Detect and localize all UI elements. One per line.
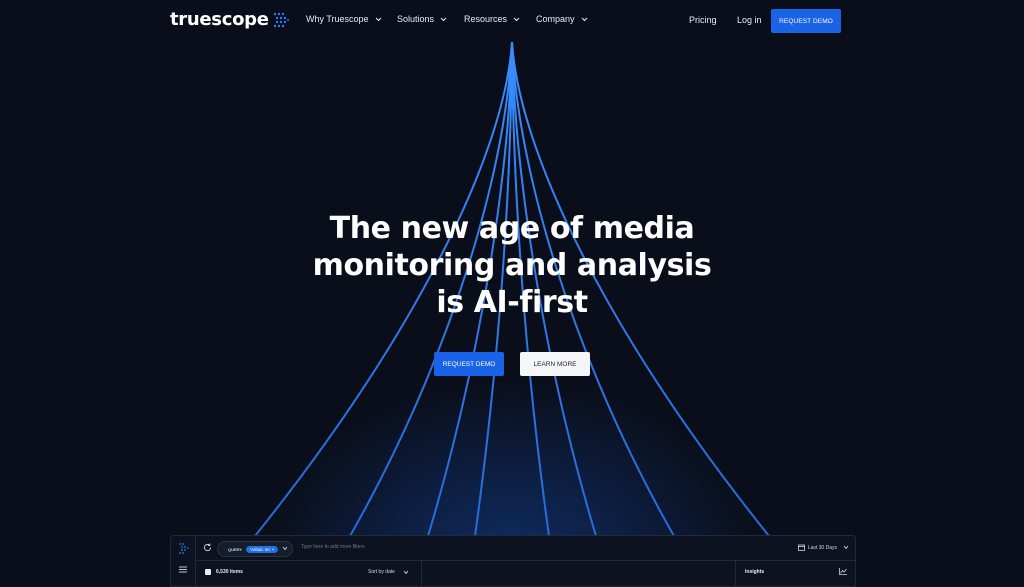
nav-item-why-truescope[interactable]: Why Truescope — [306, 14, 397, 24]
hero-title: The new age of media monitoring and anal… — [262, 210, 762, 321]
sort-dropdown[interactable]: Sort by date — [368, 569, 409, 575]
nav-item-label: Company — [536, 14, 575, 24]
nav-item-label: Solutions — [397, 14, 435, 24]
chevron-down-icon — [581, 17, 587, 21]
insights-panel-title: Insights — [745, 569, 765, 575]
date-range-label: Last 30 Days — [807, 544, 837, 551]
column-divider — [735, 560, 736, 586]
chevron-down-icon — [513, 17, 520, 21]
hero-title-line: monitoring and analysis — [312, 248, 712, 283]
nav-menu: Why Truescope Solutions Resources Compan… — [306, 14, 588, 24]
chevron-down-icon — [375, 17, 381, 21]
hero-request-demo-button[interactable]: REQUEST DEMO — [434, 352, 504, 376]
top-nav: truescope Why Truescope Solutions Resour… — [0, 0, 1024, 42]
app-preview: QUERY Voltaic Inc × Type here to add mor… — [170, 535, 856, 587]
app-toolbar: QUERY Voltaic Inc × Type here to add mor… — [195, 536, 855, 561]
line-chart-icon[interactable] — [839, 568, 847, 575]
refresh-icon[interactable] — [203, 543, 212, 552]
calendar-icon — [797, 544, 805, 551]
app-sidebar — [171, 536, 196, 586]
hero-title-line: is AI-first — [436, 285, 588, 320]
login-link[interactable]: Log in — [737, 15, 762, 25]
select-all-checkbox[interactable] — [205, 569, 211, 575]
chevron-down-icon — [843, 545, 849, 550]
nav-item-solutions[interactable]: Solutions — [397, 14, 464, 24]
query-tag[interactable]: Voltaic Inc × — [246, 545, 279, 553]
nav-item-label: Why Truescope — [306, 14, 369, 24]
chevron-down-icon — [282, 546, 288, 551]
nav-item-label: Resources — [464, 14, 508, 24]
chevron-down-icon — [403, 570, 409, 574]
learn-more-button[interactable]: LEARN MORE — [520, 352, 590, 376]
logo-wordmark: truescope — [170, 9, 269, 30]
date-range-selector[interactable]: Last 30 Days — [797, 544, 849, 551]
column-divider — [421, 560, 422, 586]
results-header: 6,530 items Sort by date Insights — [195, 560, 855, 586]
app-logo-icon[interactable] — [177, 542, 189, 554]
query-selector[interactable]: QUERY Voltaic Inc × — [217, 541, 293, 557]
logo-dots-icon — [273, 12, 289, 27]
chevron-down-icon — [440, 17, 447, 21]
filter-input[interactable]: Type here to add more filters — [301, 544, 365, 550]
nav-item-resources[interactable]: Resources — [464, 14, 536, 24]
pricing-link[interactable]: Pricing — [689, 15, 717, 25]
nav-request-demo-button[interactable]: REQUEST DEMO — [771, 9, 841, 33]
hamburger-menu-icon[interactable] — [179, 566, 187, 573]
items-count: 6,530 items — [216, 569, 243, 575]
sort-label: Sort by date — [368, 569, 395, 575]
truescope-logo[interactable]: truescope — [170, 9, 289, 30]
query-label: QUERY — [228, 546, 243, 552]
hero-title-line: The new age of media — [329, 211, 695, 246]
nav-item-company[interactable]: Company — [536, 14, 588, 24]
